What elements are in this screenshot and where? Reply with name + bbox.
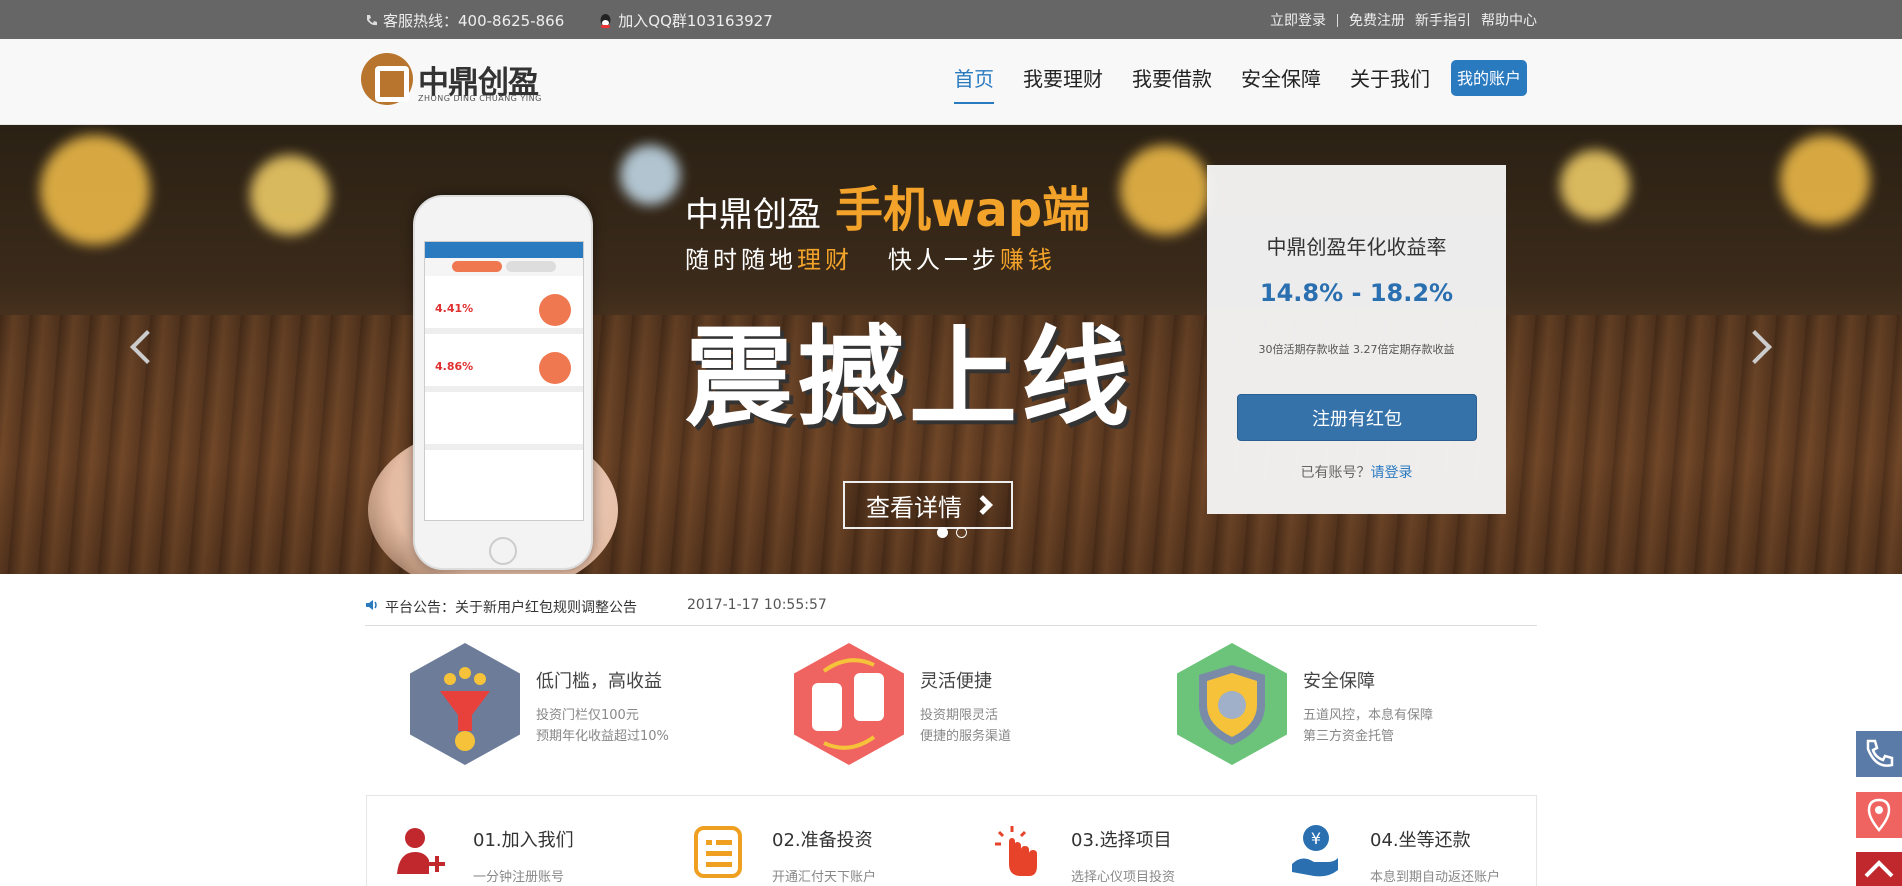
- step-repay: ¥ 04.坐等还款 本息到期自动返还账户: [1288, 824, 1500, 885]
- screen-product-row: 4.41%: [425, 276, 583, 334]
- qq-group[interactable]: 加入QQ群103163927: [598, 10, 773, 31]
- carousel-dot[interactable]: [956, 527, 967, 538]
- step-title: 01.加入我们: [473, 830, 574, 851]
- steps-panel: 01.加入我们 一分钟注册账号 02.准备投资 开通汇付天下账户 03.选择项目…: [366, 795, 1537, 886]
- step-desc: 开通汇付天下账户: [772, 870, 877, 885]
- shield-icon: [1177, 643, 1287, 765]
- location-pin-icon: [1867, 798, 1891, 832]
- register-panel: 中鼎创盈年化收益率 14.8% - 18.2% 30倍活期存款收益 3.27倍定…: [1207, 165, 1506, 514]
- promo-headline: 震撼上线: [685, 316, 1134, 441]
- step-prepare: 02.准备投资 开通汇付天下账户: [690, 824, 876, 885]
- feature-title: 安全保障: [1303, 671, 1375, 692]
- back-to-top-button[interactable]: [1856, 852, 1902, 886]
- feature-desc: 投资门栏仅100元 预期年化收益超过10%: [536, 708, 669, 744]
- guide-link[interactable]: 新手指引: [1415, 10, 1471, 30]
- promo-slogan: 随时随地理财 快人一步赚钱: [685, 246, 1056, 274]
- float-phone-button[interactable]: [1856, 731, 1902, 777]
- main-nav: 首页 我要理财 我要借款 安全保障 关于我们 我的账户: [954, 59, 1556, 104]
- announcement-time: 2017-1-17 10:55:57: [687, 597, 827, 613]
- step-join: 01.加入我们 一分钟注册账号: [391, 824, 574, 885]
- pointer-hand-icon: [989, 824, 1045, 880]
- nav-borrow[interactable]: 我要借款: [1132, 63, 1212, 104]
- step-desc: 选择心仪项目投资: [1071, 870, 1176, 885]
- feature-low-threshold: 低门槛，高收益 投资门栏仅100元 预期年化收益超过10%: [410, 643, 669, 765]
- bokeh-light: [250, 155, 330, 235]
- promo-brand: 中鼎创盈: [685, 195, 821, 235]
- step-desc: 本息到期自动返还账户: [1370, 870, 1501, 885]
- step-select: 03.选择项目 选择心仪项目投资: [989, 824, 1175, 885]
- database-icon: [794, 643, 904, 765]
- feature-desc: 五道风控，本息有保障 第三方资金托管: [1303, 708, 1434, 744]
- top-bar: 客服热线：400-8625-866 加入QQ群103163927 立即登录 免费…: [0, 0, 1902, 39]
- qq-text: 加入QQ群103163927: [618, 12, 773, 30]
- promo-wap: 手机wap端: [835, 182, 1091, 238]
- feature-flexible: 灵活便捷 投资期限灵活 便捷的服务渠道: [794, 643, 1011, 765]
- login-link[interactable]: 立即登录: [1270, 10, 1326, 30]
- step-title: 04.坐等还款: [1370, 830, 1471, 851]
- chevron-up-icon: [1864, 860, 1894, 878]
- bokeh-light: [620, 145, 680, 205]
- screen-buy-button: [539, 352, 571, 384]
- phone-icon: [367, 15, 377, 26]
- screen-urlbar: [425, 242, 583, 258]
- header: 中鼎创盈 ZHONG DING CHUANG YING 首页 我要理财 我要借款…: [0, 39, 1902, 125]
- funnel-icon: [410, 643, 520, 765]
- screen-product-row: 4.86%: [425, 334, 583, 392]
- view-details-button[interactable]: 查看详情: [843, 481, 1013, 529]
- carousel-dot[interactable]: [937, 527, 948, 538]
- screen-buy-button: [539, 294, 571, 326]
- view-details-label: 查看详情: [866, 493, 962, 522]
- nav-about[interactable]: 关于我们: [1350, 63, 1430, 104]
- logo-subtitle: ZHONG DING CHUANG YING: [418, 94, 542, 103]
- hotline-text: 客服热线：400-8625-866: [383, 12, 565, 30]
- step-title: 02.准备投资: [772, 830, 873, 851]
- bokeh-light: [1560, 150, 1630, 220]
- bokeh-light: [1780, 135, 1870, 225]
- chevron-right-icon: [973, 495, 993, 515]
- carousel-dots: [937, 527, 967, 538]
- screen-tabs: [425, 258, 583, 276]
- rate-value: 14.8% - 18.2%: [1259, 279, 1454, 307]
- hotline: 客服热线：400-8625-866: [365, 10, 564, 31]
- nav-invest[interactable]: 我要理财: [1023, 63, 1103, 104]
- hero-banner: 4.41% 4.86% 中鼎创盈 手机wap端 随时随地理财 快人一步赚钱 震撼…: [0, 125, 1902, 574]
- svg-text:¥: ¥: [1311, 829, 1321, 848]
- logo-icon: [361, 53, 413, 105]
- qq-icon: [600, 13, 611, 28]
- screen-rate: 4.41%: [435, 302, 474, 315]
- user-add-icon: [391, 824, 447, 880]
- phone-screen: 4.41% 4.86%: [424, 241, 584, 521]
- promo-text: 中鼎创盈 手机wap端 随时随地理财 快人一步赚钱 震撼上线: [685, 170, 1205, 447]
- bokeh-light: [40, 135, 150, 245]
- document-icon: [690, 824, 746, 880]
- phone-icon: [1866, 739, 1894, 767]
- announcement-link[interactable]: 平台公告：关于新用户红包规则调整公告: [385, 597, 637, 617]
- announcement-bar: 平台公告：关于新用户红包规则调整公告 2017-1-17 10:55:57: [365, 597, 1537, 626]
- screen-rate: 4.86%: [435, 360, 474, 373]
- register-button[interactable]: 注册有红包: [1237, 394, 1477, 441]
- speaker-icon: [366, 600, 377, 610]
- feature-desc: 投资期限灵活 便捷的服务渠道: [920, 708, 1012, 744]
- feature-security: 安全保障 五道风控，本息有保障 第三方资金托管: [1177, 643, 1433, 765]
- login-prompt: 已有账号？请登录: [1300, 465, 1413, 481]
- logo[interactable]: 中鼎创盈 ZHONG DING CHUANG YING: [361, 53, 561, 109]
- phone-mockup: 4.41% 4.86%: [413, 195, 593, 570]
- step-desc: 一分钟注册账号: [473, 870, 565, 885]
- float-location-button[interactable]: [1856, 792, 1902, 838]
- rate-title: 中鼎创盈年化收益率: [1266, 235, 1447, 259]
- help-link[interactable]: 帮助中心: [1481, 10, 1537, 30]
- yuan-hand-icon: ¥: [1288, 824, 1344, 880]
- my-account-button[interactable]: 我的账户: [1451, 59, 1528, 96]
- login-link-panel[interactable]: 请登录: [1371, 465, 1413, 481]
- phone-home-button: [489, 537, 517, 565]
- screen-product-row: [425, 392, 583, 450]
- nav-security[interactable]: 安全保障: [1241, 63, 1321, 104]
- feature-title: 灵活便捷: [920, 671, 992, 692]
- register-link[interactable]: 免费注册: [1349, 10, 1405, 30]
- feature-title: 低门槛，高收益: [536, 671, 662, 692]
- rate-note: 30倍活期存款收益 3.27倍定期存款收益: [1258, 343, 1455, 356]
- nav-home[interactable]: 首页: [954, 63, 994, 104]
- divider: [1337, 13, 1338, 27]
- step-title: 03.选择项目: [1071, 830, 1172, 851]
